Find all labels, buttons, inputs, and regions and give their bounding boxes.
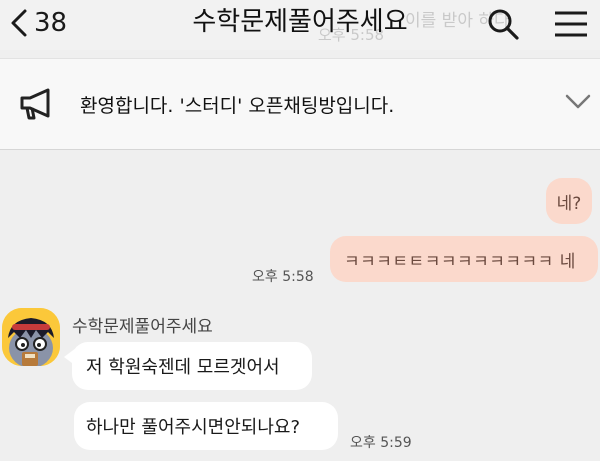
menu-icon[interactable] xyxy=(552,7,590,41)
my-message-bubble[interactable]: 네? xyxy=(546,178,592,224)
profile-character-image xyxy=(2,308,60,366)
notice-banner[interactable]: 환영합니다. '스터디' 오픈채팅방입니다. xyxy=(0,58,600,150)
my-message-bubble[interactable]: ㅋㅋㅋㅌㅌㅋㅋㅋㅋㅋㅋㅋㅋ 네 xyxy=(330,236,598,282)
search-icon[interactable] xyxy=(486,7,522,41)
other-message-bubble[interactable]: 저 학원숙젠데 모르겟어서 xyxy=(72,342,312,390)
ghost-timestamp: 오후 5:58 xyxy=(318,26,385,44)
message-timestamp: 오후 5:58 xyxy=(252,269,314,285)
top-bar: 이를 받아 하다 오후 5:58 38 수학문제풀어주세요 xyxy=(0,0,600,50)
unread-count: 38 xyxy=(34,8,68,38)
other-message-bubble[interactable]: 하나만 풀어주시면안되나요? xyxy=(74,402,338,450)
chevron-down-icon[interactable] xyxy=(564,93,592,111)
message-timestamp: 오후 5:59 xyxy=(350,435,412,451)
back-button[interactable]: 38 xyxy=(8,3,67,43)
megaphone-icon xyxy=(20,88,50,120)
sender-name: 수학문제풀어주세요 xyxy=(72,317,213,337)
chevron-left-icon xyxy=(11,9,27,37)
notice-text: 환영합니다. '스터디' 오픈채팅방입니다. xyxy=(80,95,395,117)
avatar[interactable] xyxy=(2,308,60,366)
